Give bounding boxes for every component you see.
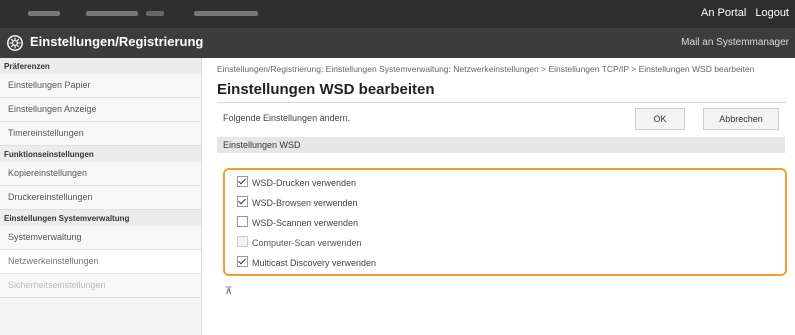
blurred-text [86,11,138,16]
sidebar-item-paper[interactable]: Einstellungen Papier [0,74,201,98]
sidebar-heading-functions: Funktionseinstellungen [0,146,201,162]
blurred-text [194,11,258,16]
option-label: WSD-Drucken verwenden [252,178,357,188]
section-header-wsd: Einstellungen WSD [217,137,785,153]
page-title: Einstellungen WSD bearbeiten [217,81,435,98]
sidebar-item-printer[interactable]: Druckereinstellungen [0,186,201,210]
checkbox-wsd-scan[interactable] [237,216,248,227]
logout-link[interactable]: Logout [755,7,789,19]
option-label: WSD-Browsen verwenden [252,198,358,208]
divider [217,102,787,103]
back-to-top-icon[interactable]: ⊼ [225,286,232,297]
sidebar-item-timer[interactable]: Timereinstellungen [0,122,201,146]
sidebar-item-display[interactable]: Einstellungen Anzeige [0,98,201,122]
title-bar: Einstellungen/Registrierung Mail an Syst… [0,28,795,58]
sidebar-item-network[interactable]: Netzwerkeinstellungen [0,250,201,274]
breadcrumb: Einstellungen/Registrierung: Einstellung… [217,64,755,74]
option-label: Multicast Discovery verwenden [252,258,377,268]
sidebar-item-copy[interactable]: Kopiereinstellungen [0,162,201,186]
sidebar-item-security[interactable]: Sicherheitseinstellungen [0,274,201,298]
instruction-text: Folgende Einstellungen ändern. [223,113,351,123]
top-links: An Portal Logout [695,7,789,19]
portal-link[interactable]: An Portal [701,7,746,19]
sidebar-item-system-management[interactable]: Systemverwaltung [0,226,201,250]
blurred-text [146,11,164,16]
blurred-text [28,11,60,16]
option-wsd-print[interactable]: WSD-Drucken verwenden [237,176,356,190]
sidebar-heading-preferences: Präferenzen [0,58,201,74]
mail-admin-link[interactable]: Mail an Systemmanager [681,37,789,48]
option-wsd-scan[interactable]: WSD-Scannen verwenden [237,216,358,230]
option-label: WSD-Scannen verwenden [252,218,359,228]
checkbox-multicast-discovery[interactable] [237,256,248,267]
checkbox-wsd-print[interactable] [237,176,248,187]
sidebar: Präferenzen Einstellungen Papier Einstel… [0,58,202,335]
main-content: Einstellungen/Registrierung: Einstellung… [217,58,787,297]
option-wsd-browse[interactable]: WSD-Browsen verwenden [237,196,358,210]
sidebar-heading-system: Einstellungen Systemverwaltung [0,210,201,226]
cancel-button[interactable]: Abbrechen [703,108,779,130]
settings-gear-icon [7,35,23,51]
top-bar: An Portal Logout [0,0,795,28]
option-label: Computer-Scan verwenden [252,238,362,248]
app-title: Einstellungen/Registrierung [30,34,204,49]
option-multicast-discovery[interactable]: Multicast Discovery verwenden [237,256,376,270]
action-row: Folgende Einstellungen ändern. OK Abbrec… [217,107,787,131]
checkbox-computer-scan [237,236,248,247]
highlighted-options-box: WSD-Drucken verwenden WSD-Browsen verwen… [223,168,787,276]
option-computer-scan: Computer-Scan verwenden [237,236,362,250]
checkbox-wsd-browse[interactable] [237,196,248,207]
ok-button[interactable]: OK [635,108,685,130]
